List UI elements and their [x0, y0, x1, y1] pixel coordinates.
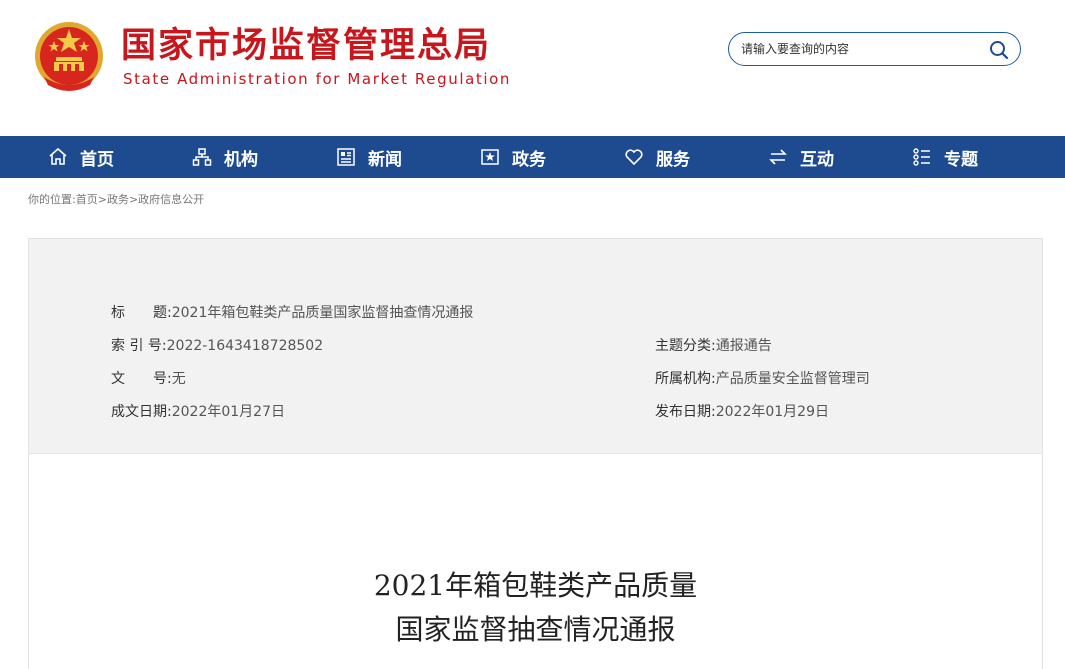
nav-item-news[interactable]: 新闻: [336, 136, 402, 178]
site-subtitle-en: State Administration for Market Regulati…: [123, 70, 512, 88]
content-frame: 标 题:2021年箱包鞋类产品质量国家监督抽查情况通报 索 引 号:2022-1…: [28, 238, 1043, 669]
nav-item-topics[interactable]: 专题: [912, 136, 978, 178]
home-icon: [49, 147, 67, 165]
nav-label: 服务: [656, 149, 690, 170]
meta-title-value: 2021年箱包鞋类产品质量国家监督抽查情况通报: [171, 305, 474, 321]
topic-list-icon: [913, 148, 930, 166]
meta-category-label: 主题分类:: [655, 338, 716, 354]
breadcrumb: 你的位置:首页>政务>政府信息公开: [28, 191, 204, 207]
meta-title-row: 标 题:2021年箱包鞋类产品质量国家监督抽查情况通报: [111, 303, 473, 323]
meta-category-value: 通报通告: [715, 338, 772, 354]
breadcrumb-separator: >: [97, 193, 107, 206]
nav-label: 专题: [944, 149, 978, 170]
swap-arrows-icon: [769, 149, 787, 165]
article-title-line-2: 国家监督抽查情况通报: [395, 613, 676, 646]
government-icon: [481, 149, 499, 165]
meta-org-label: 所属机构:: [655, 371, 716, 387]
nav-label: 政务: [512, 149, 546, 170]
meta-category-row: 主题分类:通报通告: [655, 336, 772, 356]
org-chart-icon: [192, 148, 212, 166]
meta-index-value: 2022-1643418728502: [166, 338, 324, 354]
nav-label: 首页: [80, 149, 114, 170]
search-box: [728, 32, 1021, 66]
meta-doc-no-row: 文 号:无: [111, 369, 186, 389]
site-title[interactable]: 国家市场监督管理总局: [121, 24, 491, 68]
nav-item-government[interactable]: 政务: [480, 136, 546, 178]
meta-published-value: 2022年01月29日: [715, 404, 829, 420]
meta-published-row: 发布日期:2022年01月29日: [655, 402, 829, 422]
breadcrumb-info-disclosure[interactable]: 政府信息公开: [138, 193, 204, 206]
meta-org-row: 所属机构:产品质量安全监督管理司: [655, 369, 870, 389]
breadcrumb-prefix: 你的位置:: [28, 193, 76, 206]
meta-index-row: 索 引 号:2022-1643418728502: [111, 336, 323, 356]
search-input[interactable]: [741, 40, 981, 58]
meta-created-value: 2022年01月27日: [171, 404, 285, 420]
breadcrumb-separator: >: [128, 193, 139, 206]
meta-published-label: 发布日期:: [655, 404, 716, 420]
breadcrumb-home[interactable]: 首页: [76, 193, 98, 206]
heart-icon: [625, 149, 643, 166]
meta-created-row: 成文日期:2022年01月27日: [111, 402, 285, 422]
article-title-line-1: 2021年箱包鞋类产品质量: [373, 569, 698, 602]
nav-item-service[interactable]: 服务: [624, 136, 690, 178]
site-header: 国家市场监督管理总局 State Administration for Mark…: [0, 0, 1065, 136]
nav-item-home[interactable]: 首页: [48, 136, 114, 178]
meta-created-label: 成文日期:: [111, 404, 172, 420]
nav-label: 互动: [800, 149, 834, 170]
meta-title-label: 标 题:: [111, 305, 172, 321]
main-nav: 首页 机构 新闻 政务 服务 互动 专题: [0, 136, 1065, 178]
meta-index-label: 索 引 号:: [111, 338, 167, 354]
breadcrumb-government[interactable]: 政务: [107, 193, 129, 206]
nav-item-interaction[interactable]: 互动: [768, 136, 834, 178]
nav-label: 机构: [224, 149, 258, 170]
meta-org-value: 产品质量安全监督管理司: [715, 371, 870, 387]
nav-label: 新闻: [368, 149, 402, 170]
search-icon[interactable]: [988, 39, 1010, 61]
meta-doc-no-value: 无: [171, 371, 186, 387]
nav-item-org[interactable]: 机构: [192, 136, 258, 178]
meta-doc-no-label: 文 号:: [111, 371, 172, 387]
document-meta-panel: 标 题:2021年箱包鞋类产品质量国家监督抽查情况通报 索 引 号:2022-1…: [29, 239, 1042, 454]
newspaper-icon: [337, 148, 355, 166]
national-emblem-icon[interactable]: [34, 19, 104, 93]
